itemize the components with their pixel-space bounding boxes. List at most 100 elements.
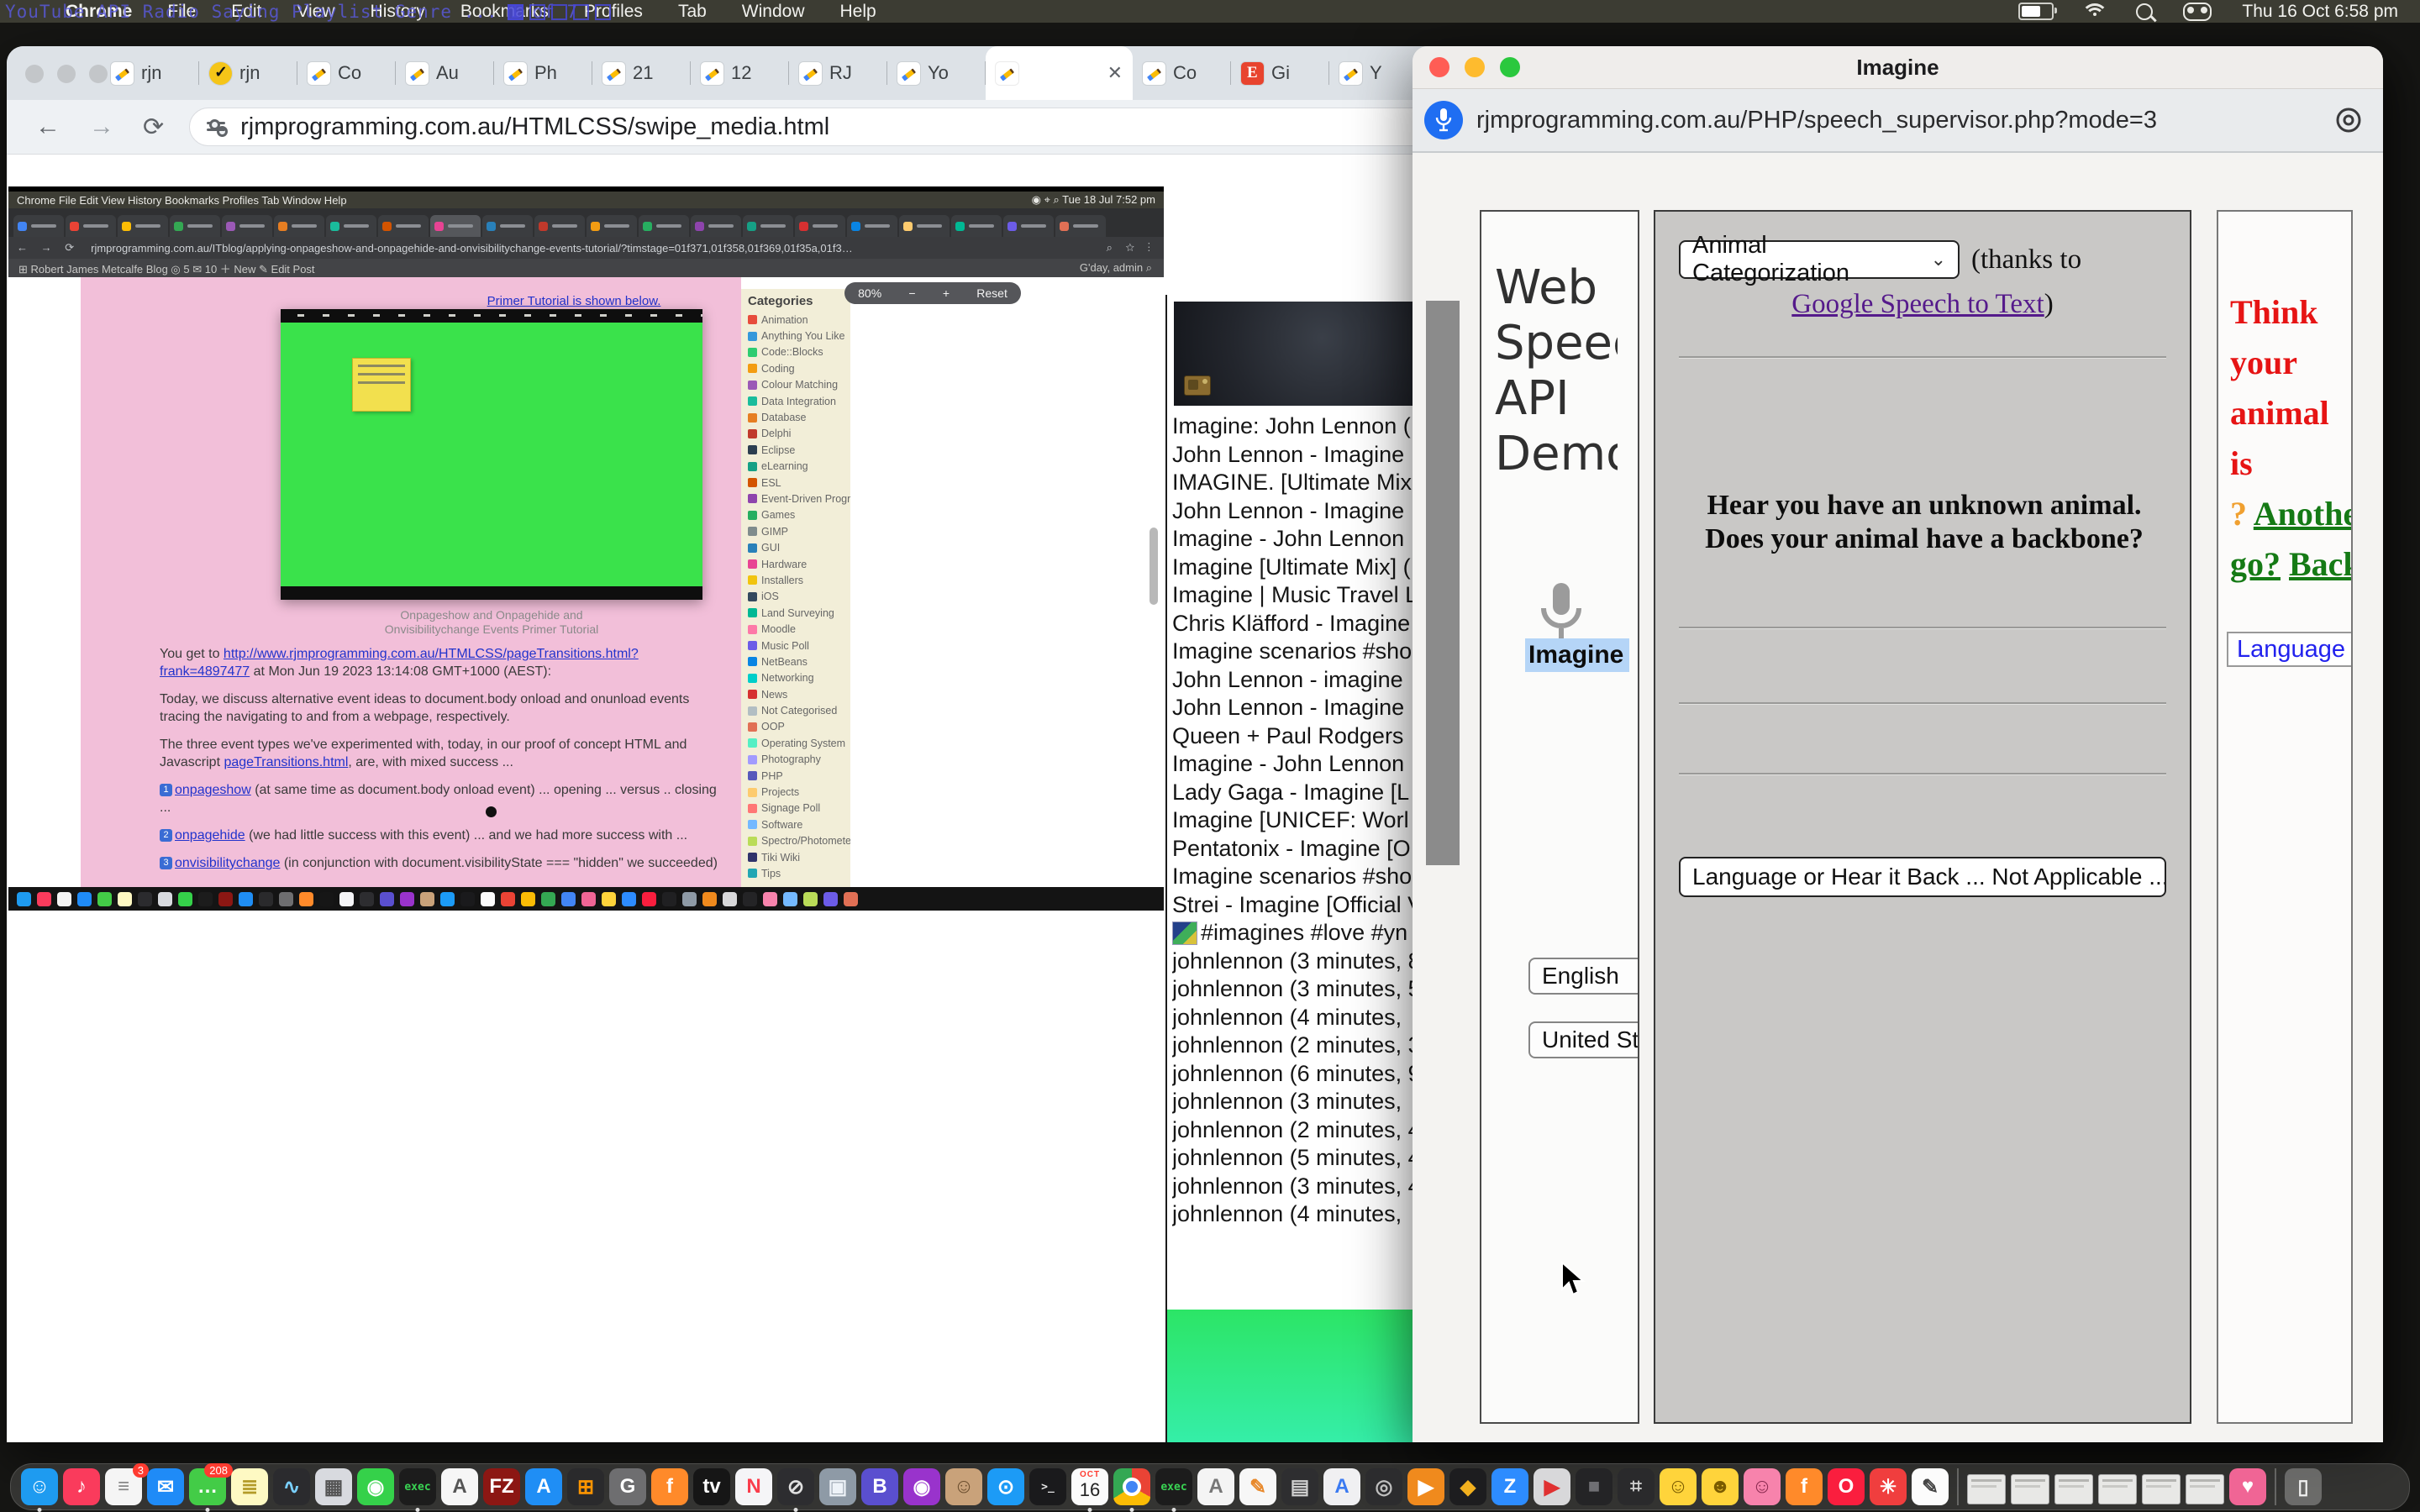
- facetime-icon[interactable]: ◉: [357, 1468, 394, 1505]
- window-controls-inactive[interactable]: [25, 65, 108, 83]
- browser-tab[interactable]: RJ: [789, 46, 887, 100]
- media-list-item[interactable]: johnlennon (4 minutes,: [1172, 1004, 1421, 1032]
- emoji-app-2-icon[interactable]: ☻: [1702, 1468, 1739, 1505]
- reminders-icon[interactable]: ≡3: [105, 1468, 142, 1505]
- wifi-icon[interactable]: [2084, 3, 2106, 20]
- category-item[interactable]: Animation: [748, 312, 850, 328]
- pages-icon[interactable]: ✎: [1239, 1468, 1276, 1505]
- launchpad-icon[interactable]: ▦: [315, 1468, 352, 1505]
- blog-link[interactable]: onpagehide: [175, 828, 245, 843]
- music-icon[interactable]: ♪: [63, 1468, 100, 1505]
- category-item[interactable]: eLearning: [748, 459, 850, 475]
- category-item[interactable]: Projects: [748, 784, 850, 800]
- browser-tab[interactable]: Ph: [494, 46, 592, 100]
- menu-tab[interactable]: Tab: [678, 2, 707, 22]
- blog-link[interactable]: onvisibilitychange: [175, 856, 280, 870]
- pen-app-icon[interactable]: ✎: [1912, 1468, 1949, 1505]
- eye-icon[interactable]: [2334, 106, 2363, 134]
- trash-icon[interactable]: ▯: [2285, 1468, 2322, 1505]
- category-item[interactable]: Tiki Wiki: [748, 849, 850, 865]
- back-button[interactable]: ←: [35, 113, 60, 141]
- media-list-item[interactable]: Imagine - John Lennon: [1172, 525, 1421, 554]
- media-list-item[interactable]: Chris Kläfford - Imagine: [1172, 610, 1421, 638]
- category-item[interactable]: Coding: [748, 360, 850, 376]
- menu-window[interactable]: Window: [742, 2, 805, 22]
- terminal-icon[interactable]: >_: [1029, 1468, 1066, 1505]
- category-item[interactable]: iOS: [748, 589, 850, 605]
- bbedit-icon[interactable]: B: [861, 1468, 898, 1505]
- media-list-item[interactable]: Imagine [UNICEF: Worl: [1172, 806, 1421, 835]
- zoom-in-button[interactable]: +: [943, 286, 950, 300]
- browser-tab[interactable]: Co: [1133, 46, 1231, 100]
- minimized-window-thumbnail[interactable]: [2054, 1474, 2093, 1504]
- go-link[interactable]: go?: [2230, 545, 2281, 583]
- category-item[interactable]: Delphi: [748, 426, 850, 442]
- media-list-item[interactable]: Imagine - John Lennon: [1172, 750, 1421, 779]
- media-list-item[interactable]: johnlennon (2 minutes, 4: [1172, 1116, 1421, 1145]
- minimized-window-thumbnail[interactable]: [2186, 1474, 2224, 1504]
- calculator-icon[interactable]: ⊞: [567, 1468, 604, 1505]
- browser-tab[interactable]: rjn: [101, 46, 199, 100]
- language-button[interactable]: Language: [2227, 632, 2353, 667]
- minimized-window-thumbnail[interactable]: [1967, 1474, 2006, 1504]
- menu-help[interactable]: Help: [840, 2, 876, 22]
- category-item[interactable]: Database: [748, 409, 850, 425]
- zoom-icon[interactable]: Z: [1491, 1468, 1528, 1505]
- zoom-traffic-light[interactable]: [1500, 57, 1520, 77]
- category-item[interactable]: Anything You Like: [748, 328, 850, 344]
- address-bar[interactable]: rjmprogramming.com.au/HTMLCSS/swipe_medi…: [189, 108, 1449, 146]
- minimized-window-thumbnail[interactable]: [2142, 1474, 2181, 1504]
- media-list-item[interactable]: John Lennon - imagine: [1172, 666, 1421, 695]
- quicktime-icon[interactable]: ▶: [1534, 1468, 1570, 1505]
- category-item[interactable]: Spectro/Photometer: [748, 833, 850, 849]
- menu-clock[interactable]: Thu 16 Oct 6:58 pm: [2242, 2, 2398, 22]
- chrome-icon[interactable]: [1113, 1468, 1150, 1505]
- close-traffic-light[interactable]: [1429, 57, 1449, 77]
- opera-icon[interactable]: O: [1828, 1468, 1865, 1505]
- finder-icon[interactable]: ☺: [21, 1468, 58, 1505]
- forward-button[interactable]: →: [89, 113, 114, 141]
- media-list-item[interactable]: Lady Gaga - Imagine [L: [1172, 779, 1421, 807]
- category-item[interactable]: Photography: [748, 752, 850, 768]
- united-states-select[interactable]: United States: [1528, 1021, 1639, 1058]
- browser-tab[interactable]: Au: [396, 46, 494, 100]
- emoji-app-3-icon[interactable]: ☺: [1744, 1468, 1781, 1505]
- category-item[interactable]: Networking: [748, 670, 850, 686]
- orange-app-icon[interactable]: ▶: [1407, 1468, 1444, 1505]
- minimize-traffic-light[interactable]: [1465, 57, 1485, 77]
- media-list-item[interactable]: IMAGINE. [Ultimate Mix: [1172, 469, 1421, 497]
- firefox-icon[interactable]: f: [651, 1468, 688, 1505]
- calendar-icon[interactable]: OCT16: [1071, 1468, 1108, 1505]
- font-app-icon[interactable]: A: [1323, 1468, 1360, 1505]
- media-list-item[interactable]: johnlennon (3 minutes,: [1172, 1088, 1421, 1116]
- category-item[interactable]: Colour Matching: [748, 377, 850, 393]
- media-list-item[interactable]: johnlennon (6 minutes, 9: [1172, 1060, 1421, 1089]
- tab-close-icon[interactable]: ✕: [1107, 62, 1123, 84]
- dark-box-app-icon[interactable]: ■: [1576, 1468, 1612, 1505]
- category-item[interactable]: Operating System: [748, 735, 850, 751]
- media-list-item[interactable]: johnlennon (4 minutes,: [1172, 1200, 1421, 1229]
- browser-tab[interactable]: 12: [691, 46, 789, 100]
- pink-app-icon[interactable]: ♥: [2229, 1468, 2266, 1505]
- textedit-2-icon[interactable]: A: [1197, 1468, 1234, 1505]
- category-item[interactable]: Music Poll: [748, 638, 850, 654]
- exec-terminal-icon[interactable]: exec: [399, 1468, 436, 1505]
- category-item[interactable]: Tips: [748, 865, 850, 881]
- media-list-item[interactable]: Imagine scenarios #sho: [1172, 863, 1421, 891]
- category-item[interactable]: Event-Driven Programming: [748, 491, 850, 507]
- textedit-icon[interactable]: A: [441, 1468, 478, 1505]
- microphone-icon[interactable]: [1424, 101, 1463, 139]
- media-list-item[interactable]: Pentatonix - Imagine [O: [1172, 835, 1421, 864]
- emoji-app-1-icon[interactable]: ☺: [1660, 1468, 1697, 1505]
- blog-link[interactable]: pageTransitions.html: [224, 755, 348, 769]
- category-item[interactable]: News: [748, 686, 850, 702]
- category-item[interactable]: GIMP: [748, 523, 850, 539]
- browser-tab[interactable]: Yo: [887, 46, 986, 100]
- site-settings-icon[interactable]: [207, 119, 227, 134]
- category-item[interactable]: Eclipse: [748, 442, 850, 458]
- screen-loupe-icon[interactable]: ◎: [1365, 1468, 1402, 1505]
- category-item[interactable]: Signage Poll: [748, 801, 850, 816]
- category-item[interactable]: Games: [748, 507, 850, 523]
- minimized-window-thumbnail[interactable]: [2011, 1474, 2049, 1504]
- browser-tab[interactable]: Gi: [1231, 46, 1329, 100]
